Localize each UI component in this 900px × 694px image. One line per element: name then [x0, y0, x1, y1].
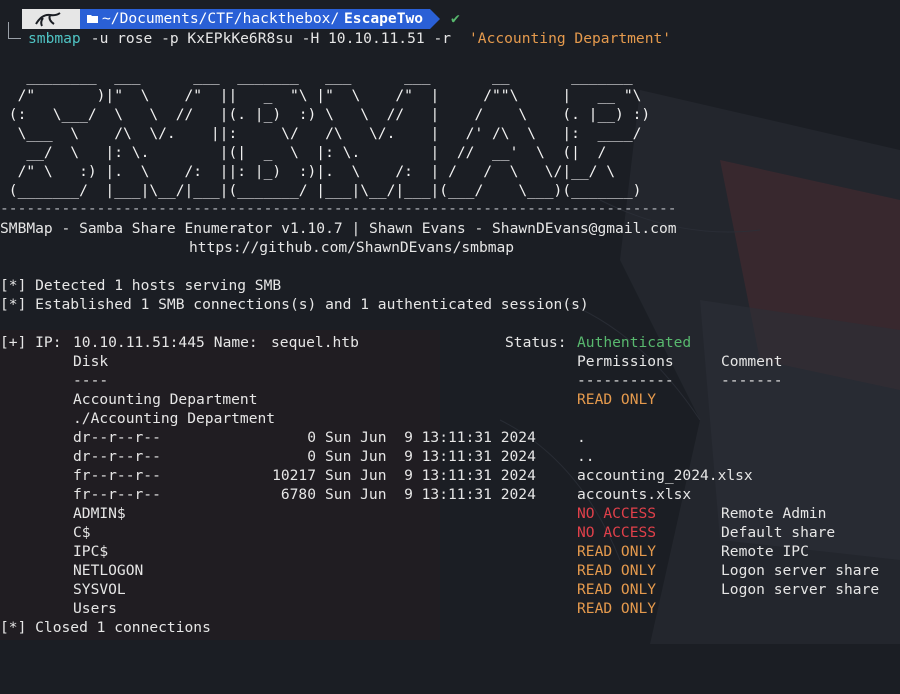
command-line[interactable]: smbmap -u rose -p KxEPkKe6R8su -H 10.10.…	[0, 29, 671, 48]
banner-rule: ----------------------------------------…	[0, 200, 677, 217]
host-line: [+] IP: 10.10.11.51:445 Name: sequel.htb…	[0, 333, 900, 352]
table-header-rule: ---- ----------- -------	[0, 371, 900, 390]
file-mode: dr--r--r--	[73, 448, 161, 465]
command-name: smbmap	[28, 30, 81, 47]
listing-path: ./Accounting Department	[73, 410, 276, 427]
table-header: Disk Permissions Comment	[0, 352, 900, 371]
cwd-prefix: ~/Documents/CTF/hackthebox/	[102, 10, 340, 27]
share-name: SYSVOL	[73, 581, 126, 598]
file-name: accounting_2024.xlsx	[577, 467, 753, 484]
host-prefix: [+] IP:	[0, 334, 71, 351]
file-row: fr--r--r-- 6780 Sun Jun 9 13:11:31 2024 …	[0, 485, 900, 504]
share-comment: Default share	[721, 524, 836, 541]
file-size: 0	[307, 448, 316, 465]
share-permission: READ ONLY	[577, 581, 657, 598]
share-comment: Remote IPC	[721, 543, 809, 560]
banner-line: /" )|" \ /" || _ "\ |" \ /" | /""\ | __ …	[0, 87, 642, 104]
msg-closed: [*] Closed 1 connections	[0, 619, 211, 636]
cwd-segment: ~/Documents/CTF/hackthebox/ EscapeTwo	[80, 9, 440, 29]
folder-open-icon	[87, 15, 98, 23]
host-name: sequel.htb	[271, 334, 359, 351]
cwd-current: EscapeTwo	[344, 10, 424, 27]
rule-comment: -------	[721, 372, 783, 389]
banner-line: (: \___/ \ \ // |(. |_) :) \ \ // | / \ …	[0, 106, 651, 123]
msg-detected: [*] Detected 1 hosts serving SMB	[0, 277, 282, 294]
share-row: Users READ ONLY	[0, 599, 900, 618]
share-name: Accounting Department	[73, 391, 258, 408]
share-comment: Logon server share	[721, 562, 880, 579]
share-permission: NO ACCESS	[577, 524, 657, 541]
share-name: ADMIN$	[73, 505, 126, 522]
share-name: IPC$	[73, 543, 109, 560]
header-comment: Comment	[721, 353, 783, 370]
share-row: Accounting Department READ ONLY	[0, 390, 900, 409]
share-permission: READ ONLY	[577, 543, 657, 560]
share-row: C$ NO ACCESS Default share	[0, 523, 900, 542]
file-size: 0	[307, 429, 316, 446]
file-date: Sun Jun 9 13:11:31 2024	[325, 486, 536, 503]
share-row: IPC$ READ ONLY Remote IPC	[0, 542, 900, 561]
banner-line: /" \ :) |. \ /: ||: |_) :)|. \ /: | / / …	[0, 163, 616, 180]
rule-permissions: -----------	[577, 372, 674, 389]
share-row: ADMIN$ NO ACCESS Remote Admin	[0, 504, 900, 523]
share-comment: Remote Admin	[721, 505, 827, 522]
header-disk: Disk	[73, 353, 109, 370]
host-name-label: Name:	[205, 334, 267, 351]
file-date: Sun Jun 9 13:11:31 2024	[325, 467, 536, 484]
rule-disk: ----	[73, 372, 109, 389]
file-size: 6780	[280, 486, 316, 503]
header-permissions: Permissions	[577, 353, 674, 370]
host-ip: 10.10.11.51:445	[73, 334, 205, 351]
prompt-bar: ~/Documents/CTF/hackthebox/ EscapeTwo ✔	[0, 9, 900, 29]
share-permission: READ ONLY	[577, 562, 657, 579]
command-quoted-arg: 'Accounting Department'	[469, 30, 672, 47]
file-row: fr--r--r-- 10217 Sun Jun 9 13:11:31 2024…	[0, 466, 900, 485]
banner-url: https://github.com/ShawnDEvans/smbmap	[189, 239, 515, 256]
file-size: 10217	[272, 467, 316, 484]
share-row: SYSVOL READ ONLY Logon server share	[0, 580, 900, 599]
share-comment: Logon server share	[721, 581, 880, 598]
file-row: dr--r--r-- 0 Sun Jun 9 13:11:31 2024 .	[0, 428, 900, 447]
file-mode: fr--r--r--	[73, 467, 161, 484]
banner-line: (_______/ |___|\__/|___|(_______/ |___|\…	[0, 182, 642, 199]
status-badge: Authenticated	[577, 334, 692, 351]
msg-established: [*] Established 1 SMB connections(s) and…	[0, 296, 589, 313]
banner-line: \___ \ /\ \/. ||: \/ /\ \/. | /' /\ \ |:…	[0, 125, 642, 142]
terminal-window[interactable]: ~/Documents/CTF/hackthebox/ EscapeTwo ✔ …	[0, 0, 900, 644]
banner-credit: SMBMap - Samba Share Enumerator v1.10.7 …	[0, 220, 677, 237]
share-permission: READ ONLY	[577, 600, 657, 617]
status-check-icon: ✔	[451, 10, 460, 27]
kali-dragon-icon	[35, 12, 61, 27]
share-name: Users	[73, 600, 117, 617]
share-permission: NO ACCESS	[577, 505, 657, 522]
banner-line: __/ \ |: \. |(| _ \ |: \. | // __' \ (| …	[0, 144, 607, 161]
file-name: ..	[577, 448, 595, 465]
file-date: Sun Jun 9 13:11:31 2024	[325, 429, 536, 446]
file-name: accounts.xlsx	[577, 486, 692, 503]
share-permission: READ ONLY	[577, 391, 657, 408]
file-mode: dr--r--r--	[73, 429, 161, 446]
file-row: dr--r--r-- 0 Sun Jun 9 13:11:31 2024 ..	[0, 447, 900, 466]
command-args: -u rose -p KxEPkKe6R8su -H 10.10.11.51 -…	[82, 30, 460, 47]
banner-line: ________ ___ ___ _______ ___ ___ __ ____…	[0, 68, 633, 85]
share-name: C$	[73, 524, 91, 541]
file-mode: fr--r--r--	[73, 486, 161, 503]
file-name: .	[577, 429, 586, 446]
share-row: NETLOGON READ ONLY Logon server share	[0, 561, 900, 580]
share-name: NETLOGON	[73, 562, 144, 579]
kali-dragon-segment	[22, 9, 90, 29]
status-label: Status:	[505, 334, 576, 351]
file-date: Sun Jun 9 13:11:31 2024	[325, 448, 536, 465]
